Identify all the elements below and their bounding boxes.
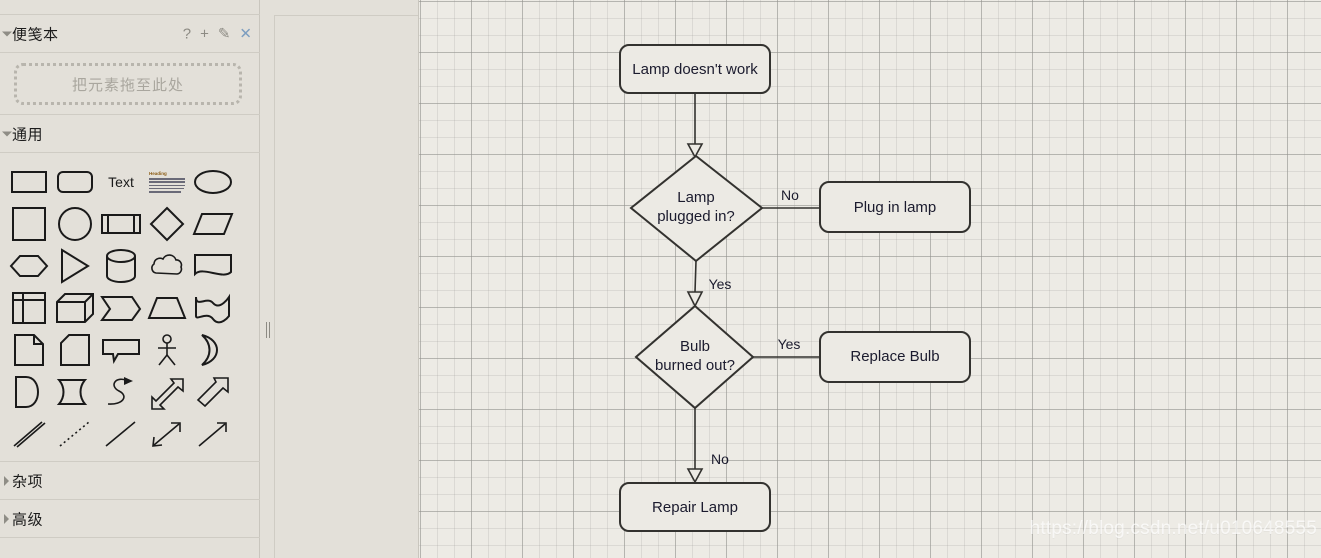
shape-step[interactable]: [98, 287, 144, 329]
shape-delay[interactable]: [6, 371, 52, 413]
sidebar-collapse-handle[interactable]: [265, 322, 272, 338]
node-bulb-burned-out[interactable]: Bulb burned out?: [634, 304, 755, 410]
section-title-advanced: 高级: [12, 511, 44, 528]
shape-tape[interactable]: [190, 287, 236, 329]
shape-cylinder[interactable]: [98, 245, 144, 287]
node-replace-bulb[interactable]: Replace Bulb: [819, 331, 971, 383]
arrowhead-start-plugged: [686, 143, 704, 159]
section-header-general[interactable]: 通用: [0, 115, 260, 153]
shape-callout[interactable]: [98, 329, 144, 371]
node-lamp-plugged-in[interactable]: Lamp plugged in?: [629, 154, 764, 263]
scratchpad-header-icons: ? + ✎ ✕: [183, 26, 252, 41]
shape-rounded-rectangle[interactable]: [52, 161, 98, 203]
shape-actor[interactable]: [144, 329, 190, 371]
shape-textbox-paragraph[interactable]: Heading: [144, 161, 190, 203]
edit-pencil-icon[interactable]: ✎: [218, 26, 231, 41]
shape-hexagon[interactable]: [6, 245, 52, 287]
shape-palette: Text Heading: [0, 153, 260, 462]
shape-triangle[interactable]: [52, 245, 98, 287]
node-label-replace: Replace Bulb: [850, 348, 939, 365]
chevron-down-icon[interactable]: [2, 31, 12, 36]
diagram-canvas[interactable]: Lamp doesn't work Lamp plugged in? No Pl…: [419, 0, 1321, 558]
shape-row: [0, 287, 260, 329]
node-lamp-doesnt-work[interactable]: Lamp doesn't work: [619, 44, 771, 94]
shape-text-label: Text: [108, 174, 134, 190]
node-label-plugged-line1: Lamp: [677, 189, 715, 206]
section-title-general: 通用: [12, 126, 44, 143]
shape-directional-arrow[interactable]: [190, 413, 236, 455]
shape-trapezoid[interactable]: [144, 287, 190, 329]
shape-curved-arrow[interactable]: [98, 371, 144, 413]
shape-ellipse[interactable]: [190, 161, 236, 203]
shape-plain-line[interactable]: [98, 413, 144, 455]
edge-start-to-plugged[interactable]: [686, 93, 704, 159]
shape-or-shape[interactable]: [190, 329, 236, 371]
shape-square[interactable]: [6, 203, 52, 245]
section-header-misc[interactable]: 杂项: [0, 462, 260, 500]
watermark: https://blog.csdn.net/u010648555: [1029, 518, 1317, 539]
scratchpad-dropzone[interactable]: 把元素拖至此处: [14, 63, 242, 105]
shape-cube[interactable]: [52, 287, 98, 329]
outline-panel: [260, 0, 419, 558]
shape-circle[interactable]: [52, 203, 98, 245]
chevron-right-icon-advanced[interactable]: [4, 513, 9, 524]
arrowhead-plugged-bulb: [686, 291, 704, 308]
shape-rectangle[interactable]: [6, 161, 52, 203]
outline-panel-inner: [274, 15, 418, 558]
shape-data-storage[interactable]: [52, 371, 98, 413]
shape-double-arrow[interactable]: [144, 371, 190, 413]
shape-textbox-heading: Heading: [149, 171, 167, 177]
flowchart: Lamp doesn't work Lamp plugged in? No Pl…: [619, 44, 971, 532]
shape-parallelogram[interactable]: [190, 203, 236, 245]
edge-label-no-2: No: [711, 451, 729, 467]
node-repair-lamp[interactable]: Repair Lamp: [619, 482, 771, 532]
shape-double-line[interactable]: [6, 413, 52, 455]
shape-document[interactable]: [190, 245, 236, 287]
edge-label-yes-1: Yes: [709, 276, 732, 292]
node-label-bulb-line1: Bulb: [680, 338, 710, 355]
help-icon[interactable]: ?: [183, 26, 191, 41]
shape-row: [0, 371, 260, 413]
shape-row: [0, 329, 260, 371]
drawio-window: 便笺本 ? + ✎ ✕ 把元素拖至此处 通用 Text Heading 杂项 高…: [0, 0, 1321, 558]
node-label-plugged-line2: plugged in?: [657, 208, 735, 225]
shape-row: [0, 203, 260, 245]
shape-row: [0, 245, 260, 287]
node-label-start: Lamp doesn't work: [632, 61, 758, 78]
close-icon[interactable]: ✕: [239, 26, 252, 41]
node-label-bulb-line2: burned out?: [655, 357, 735, 374]
shape-dotted-line[interactable]: [52, 413, 98, 455]
node-label-repair: Repair Lamp: [652, 499, 738, 516]
chevron-right-icon-misc[interactable]: [4, 475, 9, 486]
shape-note[interactable]: [6, 329, 52, 371]
shape-cloud[interactable]: [144, 245, 190, 287]
shape-text[interactable]: Text: [98, 161, 144, 203]
node-label-plug: Plug in lamp: [854, 199, 937, 216]
shape-process[interactable]: [98, 203, 144, 245]
shape-bidirectional-arrow[interactable]: [144, 413, 190, 455]
edge-label-yes-2: Yes: [778, 336, 801, 352]
shape-row: [0, 413, 260, 455]
edge-label-no-1: No: [781, 187, 799, 203]
sidebar-top-strip: [0, 0, 260, 15]
shape-card[interactable]: [52, 329, 98, 371]
shape-diamond[interactable]: [144, 203, 190, 245]
shape-block-arrow[interactable]: [190, 371, 236, 413]
arrowhead-bulb-repair: [686, 468, 704, 484]
edge-bulb-no-repair[interactable]: No: [686, 408, 729, 484]
add-icon[interactable]: +: [200, 26, 209, 41]
shape-row: Text Heading: [0, 161, 260, 203]
shape-table[interactable]: [6, 287, 52, 329]
scratchpad-body: 把元素拖至此处: [0, 53, 260, 115]
section-header-advanced[interactable]: 高级: [0, 500, 260, 538]
scratchpad-title: 便笺本: [12, 26, 59, 43]
edge-plugged-yes-bulb[interactable]: Yes: [686, 260, 732, 308]
section-title-misc: 杂项: [12, 473, 44, 490]
chevron-down-icon-general[interactable]: [2, 131, 12, 136]
edge-line-plugged-bulb: [694, 260, 697, 293]
shapes-sidebar: 便笺本 ? + ✎ ✕ 把元素拖至此处 通用 Text Heading 杂项 高…: [0, 0, 260, 558]
node-plug-in-lamp[interactable]: Plug in lamp: [819, 181, 971, 233]
scratchpad-header[interactable]: 便笺本 ? + ✎ ✕: [0, 15, 260, 53]
